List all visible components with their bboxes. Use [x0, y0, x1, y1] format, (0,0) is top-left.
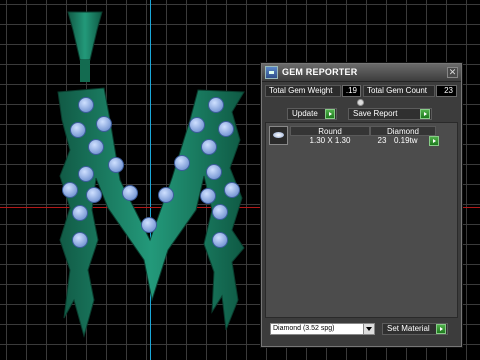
panel-titlebar[interactable]: GEM REPORTER ✕ — [262, 64, 461, 82]
round-gem-icon[interactable] — [269, 126, 288, 145]
gem — [212, 232, 228, 248]
gem-count-cell: 23 — [377, 136, 387, 145]
gem-list[interactable]: Round Diamond 1.30 X 1.30 23 0.19tw — [265, 122, 458, 318]
update-button-label: Update — [292, 109, 318, 118]
gem — [62, 182, 78, 198]
gem — [200, 188, 216, 204]
table-row[interactable]: 1.30 X 1.30 23 0.19tw — [290, 136, 455, 146]
gem-weight-cell: 0.19tw — [394, 136, 418, 145]
gem — [212, 204, 228, 220]
gem — [141, 217, 157, 233]
gem — [174, 155, 190, 171]
pendant-bail — [67, 11, 103, 82]
close-icon[interactable]: ✕ — [447, 67, 458, 78]
material-select[interactable]: Diamond (3.52 spg) — [270, 323, 375, 335]
gem — [78, 97, 94, 113]
dropdown-arrow-icon[interactable] — [363, 324, 374, 334]
separator-dot-icon — [357, 99, 364, 106]
gem — [108, 157, 124, 173]
panel-title: GEM REPORTER — [282, 67, 358, 77]
gem — [72, 232, 88, 248]
gem — [208, 97, 224, 113]
go-arrow-icon — [420, 109, 430, 119]
column-header-material: Diamond — [370, 126, 436, 136]
gem — [206, 164, 222, 180]
gem — [72, 205, 88, 221]
column-header-shape: Round — [290, 126, 370, 136]
gem-reporter-app-icon — [265, 66, 278, 79]
go-arrow-icon — [325, 109, 335, 119]
gem-size-cell: 1.30 X 1.30 — [309, 136, 351, 145]
set-material-button[interactable]: Set Material — [382, 323, 448, 335]
gem — [96, 116, 112, 132]
gem — [189, 117, 205, 133]
total-gem-weight-value: .19 — [342, 85, 361, 97]
gem — [201, 139, 217, 155]
save-report-button[interactable]: Save Report — [348, 108, 432, 120]
gem — [158, 187, 174, 203]
gem — [86, 187, 102, 203]
gem — [224, 182, 240, 198]
go-arrow-icon[interactable] — [429, 136, 439, 146]
update-button[interactable]: Update — [287, 108, 337, 120]
gem-reporter-panel: GEM REPORTER ✕ Total Gem Weight .19 Tota… — [261, 63, 462, 347]
total-gem-count-value: 23 — [436, 85, 457, 97]
gem — [78, 166, 94, 182]
material-select-value: Diamond (3.52 spg) — [273, 325, 335, 332]
gem — [218, 121, 234, 137]
gem — [70, 122, 86, 138]
set-material-button-label: Set Material — [387, 324, 430, 333]
save-report-button-label: Save Report — [353, 109, 398, 118]
total-gem-count-label: Total Gem Count — [363, 85, 435, 97]
total-gem-weight-label: Total Gem Weight — [265, 85, 341, 97]
go-arrow-icon — [436, 324, 446, 334]
gem — [122, 185, 138, 201]
gem — [88, 139, 104, 155]
